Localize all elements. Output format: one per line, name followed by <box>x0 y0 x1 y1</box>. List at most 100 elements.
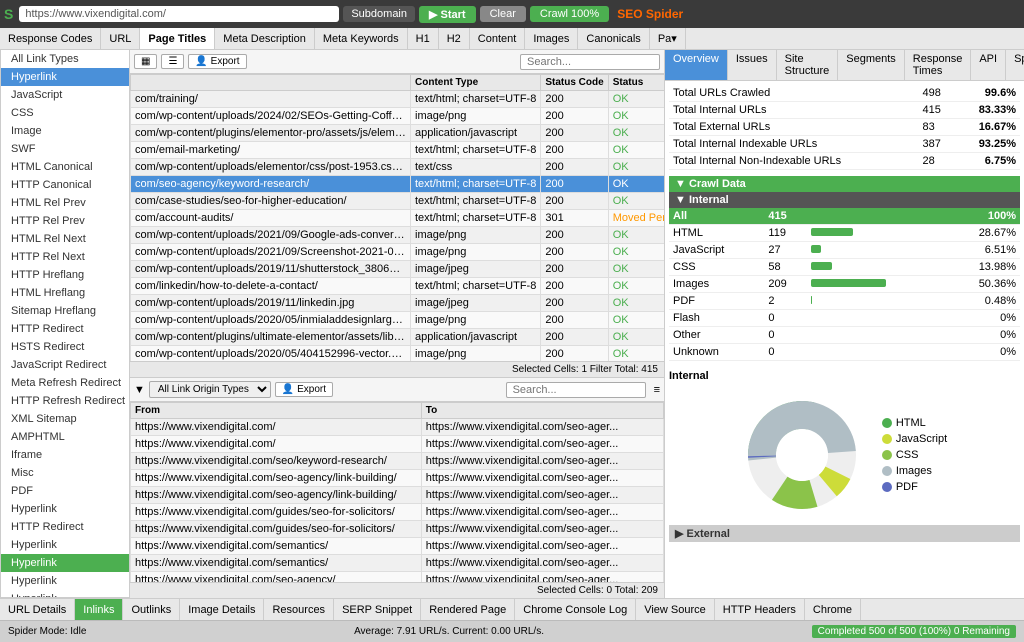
menu-misc[interactable]: Misc <box>1 464 129 482</box>
tab-spelling[interactable]: Spelli... <box>1006 50 1024 80</box>
tab-view-source[interactable]: View Source <box>636 599 715 620</box>
menu-http-refresh-redirect[interactable]: HTTP Refresh Redirect <box>1 392 129 410</box>
table-row[interactable]: com/wp-content/uploads/2020/05/inmialadd… <box>131 312 665 329</box>
bottom-export-button[interactable]: 👤 Export <box>275 382 333 397</box>
table-row[interactable]: https://www.vixendigital.com/semantics/ … <box>131 538 664 555</box>
menu-html-rel-next[interactable]: HTML Rel Next <box>1 230 129 248</box>
menu-xml-sitemap[interactable]: XML Sitemap <box>1 410 129 428</box>
table-row[interactable]: com/wp-content/plugins/ultimate-elemento… <box>131 329 665 346</box>
table-row[interactable]: https://www.vixendigital.com/seo-agency/… <box>131 487 664 504</box>
table-row[interactable]: https://www.vixendigital.com/guides/seo-… <box>131 521 664 538</box>
table-row[interactable]: https://www.vixendigital.com/seo/keyword… <box>131 453 664 470</box>
export-button[interactable]: 👤 Export <box>188 54 246 69</box>
table-row[interactable]: com/training/ text/html; charset=UTF-8 2… <box>131 91 665 108</box>
table-row[interactable]: com/wp-content/uploads/2020/05/404152996… <box>131 346 665 362</box>
subdomain-button[interactable]: Subdomain <box>343 6 415 22</box>
table-row[interactable]: https://www.vixendigital.com/seo-agency/… <box>131 470 664 487</box>
crawl-data-header[interactable]: ▼ Crawl Data <box>669 176 1020 192</box>
table-row[interactable]: com/wp-content/plugins/elementor-pro/ass… <box>131 125 665 142</box>
menu-javascript[interactable]: JavaScript <box>1 86 129 104</box>
table-row[interactable]: com/account-audits/ text/html; charset=U… <box>131 210 665 227</box>
table-row[interactable]: com/case-studies/seo-for-higher-educatio… <box>131 193 665 210</box>
table-row[interactable]: https://www.vixendigital.com/seo-agency/… <box>131 572 664 583</box>
link-origin-filter[interactable]: All Link Origin Types <box>149 381 271 398</box>
tab-image-details[interactable]: Image Details <box>180 599 264 620</box>
tab-canonicals[interactable]: Canonicals <box>578 28 649 49</box>
menu-iframe[interactable]: Iframe <box>1 446 129 464</box>
menu-hsts-redirect[interactable]: HSTS Redirect <box>1 338 129 356</box>
tab-content[interactable]: Content <box>470 28 526 49</box>
menu-html-rel-prev[interactable]: HTML Rel Prev <box>1 194 129 212</box>
table-row[interactable]: https://www.vixendigital.com/ https://ww… <box>131 436 664 453</box>
menu-html-hreflang[interactable]: HTML Hreflang <box>1 284 129 302</box>
start-button[interactable]: ▶ Start <box>419 6 476 23</box>
menu-pdf[interactable]: PDF <box>1 482 129 500</box>
menu-css[interactable]: CSS <box>1 104 129 122</box>
menu-http-hreflang[interactable]: HTTP Hreflang <box>1 266 129 284</box>
tab-meta-keywords[interactable]: Meta Keywords <box>315 28 408 49</box>
menu-all-link-types[interactable]: All Link Types <box>1 50 129 68</box>
tab-rendered-page[interactable]: Rendered Page <box>421 599 515 620</box>
menu-http-redirect2[interactable]: HTTP Redirect <box>1 518 129 536</box>
table-row[interactable]: https://www.vixendigital.com/ https://ww… <box>131 419 664 436</box>
tab-serp-snippet[interactable]: SERP Snippet <box>334 599 421 620</box>
tab-url[interactable]: URL <box>101 28 140 49</box>
menu-http-canonical[interactable]: HTTP Canonical <box>1 176 129 194</box>
tab-overview[interactable]: Overview <box>665 50 728 80</box>
tab-chrome[interactable]: Chrome <box>805 599 861 620</box>
table-row[interactable]: com/wp-content/uploads/elementor/css/pos… <box>131 159 665 176</box>
list-view-button[interactable]: ☰ <box>161 54 184 69</box>
menu-hyperlink6[interactable]: Hyperlink <box>1 590 129 598</box>
bottom-search-input[interactable] <box>506 382 646 398</box>
table-row[interactable]: com/wp-content/uploads/2024/02/SEOs-Gett… <box>131 108 665 125</box>
tab-page-titles[interactable]: Page Titles <box>140 28 215 49</box>
table-row[interactable]: com/wp-content/uploads/2019/11/shutterst… <box>131 261 665 278</box>
url-bar[interactable]: https://www.vixendigital.com/ <box>19 6 339 22</box>
menu-hyperlink4[interactable]: Hyperlink <box>1 554 129 572</box>
tab-site-structure[interactable]: Site Structure <box>777 50 839 80</box>
tab-http-headers[interactable]: HTTP Headers <box>715 599 805 620</box>
tab-pa[interactable]: Pa▾ <box>650 28 686 49</box>
menu-html-canonical[interactable]: HTML Canonical <box>1 158 129 176</box>
tab-h1[interactable]: H1 <box>408 28 439 49</box>
internal-header[interactable]: ▼ Internal <box>669 192 1020 208</box>
menu-meta-refresh-redirect[interactable]: Meta Refresh Redirect <box>1 374 129 392</box>
menu-http-rel-prev[interactable]: HTTP Rel Prev <box>1 212 129 230</box>
table-row[interactable]: com/seo-agency/keyword-research/ text/ht… <box>131 176 665 193</box>
tab-segments[interactable]: Segments <box>838 50 905 80</box>
menu-swf[interactable]: SWF <box>1 140 129 158</box>
table-row[interactable]: com/wp-content/uploads/2021/09/Google-ad… <box>131 227 665 244</box>
table-row[interactable]: com/linkedin/how-to-delete-a-contact/ te… <box>131 278 665 295</box>
menu-javascript-redirect[interactable]: JavaScript Redirect <box>1 356 129 374</box>
tab-inlinks[interactable]: Inlinks <box>75 599 123 620</box>
tab-response-codes[interactable]: Response Codes <box>0 28 101 49</box>
table-row[interactable]: https://www.vixendigital.com/guides/seo-… <box>131 504 664 521</box>
table-row[interactable]: https://www.vixendigital.com/semantics/ … <box>131 555 664 572</box>
tab-issues[interactable]: Issues <box>728 50 777 80</box>
menu-sitemap-hreflang[interactable]: Sitemap Hreflang <box>1 302 129 320</box>
menu-hyperlink3[interactable]: Hyperlink <box>1 536 129 554</box>
tab-response-times[interactable]: Response Times <box>905 50 972 80</box>
menu-hyperlink[interactable]: Hyperlink <box>1 68 129 86</box>
top-search-input[interactable] <box>520 54 660 70</box>
tab-h2[interactable]: H2 <box>439 28 470 49</box>
grid-view-button[interactable]: ▦ <box>134 54 157 69</box>
table-row[interactable]: com/wp-content/uploads/2019/11/linkedin.… <box>131 295 665 312</box>
tab-url-details[interactable]: URL Details <box>0 599 75 620</box>
table-row[interactable]: com/email-marketing/ text/html; charset=… <box>131 142 665 159</box>
menu-http-redirect[interactable]: HTTP Redirect <box>1 320 129 338</box>
menu-amphtml[interactable]: AMPHTML <box>1 428 129 446</box>
tab-outlinks[interactable]: Outlinks <box>123 599 180 620</box>
tab-api[interactable]: API <box>971 50 1006 80</box>
menu-http-rel-next[interactable]: HTTP Rel Next <box>1 248 129 266</box>
tab-chrome-console-log[interactable]: Chrome Console Log <box>515 599 636 620</box>
tab-images[interactable]: Images <box>525 28 578 49</box>
clear-button[interactable]: Clear <box>480 6 526 22</box>
menu-hyperlink2[interactable]: Hyperlink <box>1 500 129 518</box>
tab-meta-description[interactable]: Meta Description <box>215 28 315 49</box>
external-header[interactable]: ▶ External <box>669 525 1020 542</box>
menu-hyperlink5[interactable]: Hyperlink <box>1 572 129 590</box>
tab-resources[interactable]: Resources <box>264 599 334 620</box>
menu-image[interactable]: Image <box>1 122 129 140</box>
table-row[interactable]: com/wp-content/uploads/2021/09/Screensho… <box>131 244 665 261</box>
